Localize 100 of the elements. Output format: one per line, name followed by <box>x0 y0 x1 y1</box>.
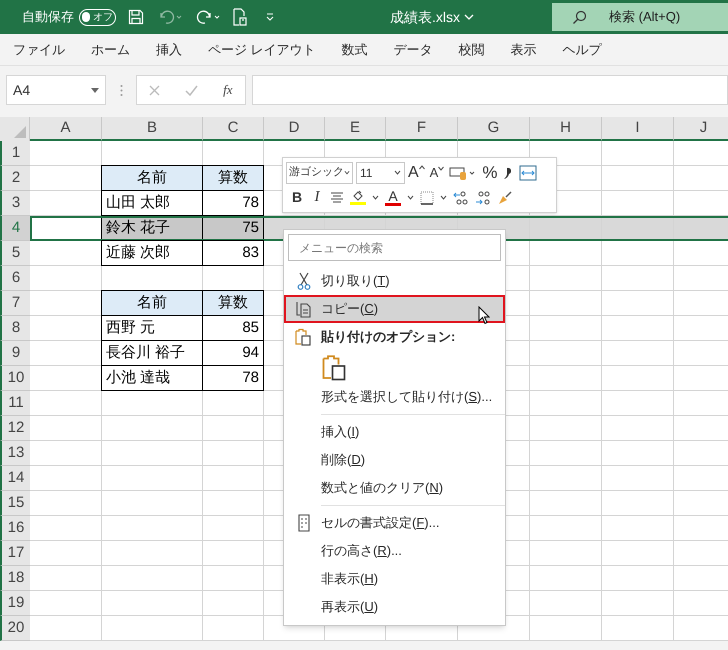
grid-cell[interactable] <box>602 466 674 491</box>
grid-cell[interactable] <box>30 391 102 416</box>
menu-tab[interactable]: ページ レイアウト <box>195 40 329 60</box>
menu-item[interactable]: 挿入(I) <box>284 418 505 446</box>
grid-cell[interactable] <box>102 416 203 441</box>
grid-cell[interactable] <box>530 241 602 266</box>
grid-cell[interactable] <box>102 516 203 541</box>
row-header[interactable]: 19 <box>0 591 30 616</box>
grid-cell[interactable] <box>102 616 203 641</box>
grid-cell[interactable]: 近藤 次郎 <box>101 240 203 266</box>
row-header[interactable]: 6 <box>0 266 30 291</box>
grid-cell[interactable] <box>30 141 102 166</box>
clipboard-icon[interactable] <box>322 354 346 380</box>
wrap-text-icon[interactable] <box>519 164 538 180</box>
row-header[interactable]: 14 <box>0 466 30 491</box>
grow-font-button[interactable]: A <box>408 164 425 180</box>
grid-cell[interactable]: 83 <box>202 240 264 266</box>
grid-cell[interactable] <box>602 616 674 641</box>
row-header[interactable]: 7 <box>0 291 30 316</box>
grid-cell[interactable] <box>602 391 674 416</box>
comma-icon[interactable] <box>503 166 512 180</box>
customize-caret-icon[interactable] <box>265 12 275 22</box>
grid-cell[interactable] <box>30 541 102 566</box>
row-header[interactable]: 18 <box>0 566 30 591</box>
search-field[interactable]: 検索 (Alt+Q) <box>552 3 728 31</box>
italic-button[interactable]: I <box>310 186 324 209</box>
grid-cell[interactable] <box>602 241 674 266</box>
grid-cell[interactable] <box>602 516 674 541</box>
grid-cell[interactable] <box>530 316 602 341</box>
menu-item[interactable]: 切り取り(T) <box>284 267 505 295</box>
borders-icon[interactable] <box>420 190 434 204</box>
shrink-font-button[interactable]: A <box>430 166 444 179</box>
caret-icon[interactable] <box>372 195 379 200</box>
caret-icon[interactable] <box>407 195 414 200</box>
row-header[interactable]: 17 <box>0 541 30 566</box>
grid-cell[interactable] <box>203 516 264 541</box>
grid-cell[interactable] <box>102 541 203 566</box>
grid-cell[interactable] <box>203 441 264 466</box>
row-header[interactable]: 15 <box>0 491 30 516</box>
grid-cell[interactable] <box>102 491 203 516</box>
grid-cell[interactable] <box>30 416 102 441</box>
row-header[interactable]: 1 <box>0 141 30 166</box>
grid-cell[interactable] <box>30 466 102 491</box>
menu-item[interactable]: 非表示(H) <box>284 565 505 593</box>
grid-cell[interactable]: 名前 <box>101 290 203 316</box>
grid-cell[interactable] <box>203 391 264 416</box>
autosave-toggle[interactable]: オフ <box>79 8 116 26</box>
percent-button[interactable]: % <box>482 164 498 181</box>
row-header[interactable]: 11 <box>0 391 30 416</box>
center-align-icon[interactable] <box>330 192 344 204</box>
cancel-icon[interactable] <box>149 84 160 96</box>
insert-function-button[interactable]: fx <box>223 80 233 100</box>
decrease-decimal-icon[interactable] <box>475 190 491 206</box>
menu-tab[interactable]: 表示 <box>498 40 550 60</box>
grid-cell[interactable] <box>530 491 602 516</box>
row-header[interactable]: 12 <box>0 416 30 441</box>
grid-cell[interactable] <box>530 616 602 641</box>
grid-cell[interactable] <box>203 491 264 516</box>
caret-icon[interactable] <box>464 12 474 22</box>
row-header[interactable]: 20 <box>0 616 30 641</box>
row-header[interactable]: 10 <box>0 366 30 391</box>
save-icon[interactable] <box>128 9 144 25</box>
menu-item[interactable]: コピー(C) <box>284 295 505 323</box>
grid-cell[interactable] <box>602 291 674 316</box>
increase-decimal-icon[interactable] <box>453 190 469 206</box>
grid-cell[interactable] <box>30 591 102 616</box>
menu-tab[interactable]: 数式 <box>328 40 381 60</box>
grid-cell[interactable] <box>530 291 602 316</box>
grid-cell[interactable] <box>30 616 102 641</box>
checkmark-icon[interactable] <box>185 84 198 96</box>
grid-cell[interactable] <box>203 616 264 641</box>
menu-item[interactable]: 形式を選択して貼り付け(S)... <box>284 383 505 411</box>
grid-cell[interactable] <box>530 466 602 491</box>
menu-tab[interactable]: ファイル <box>0 40 78 60</box>
menu-item[interactable]: 数式と値のクリア(N) <box>284 474 505 502</box>
fill-bucket-icon[interactable] <box>351 190 365 202</box>
grid-cell[interactable] <box>602 591 674 616</box>
grid-cell[interactable] <box>602 441 674 466</box>
menu-item[interactable]: 行の高さ(R)... <box>284 537 505 565</box>
grid-cell[interactable] <box>203 566 264 591</box>
grid-cell[interactable] <box>530 341 602 366</box>
grid-cell[interactable] <box>602 341 674 366</box>
grid-cell[interactable] <box>530 566 602 591</box>
grid-cell[interactable] <box>602 366 674 391</box>
grid-cell[interactable] <box>530 366 602 391</box>
number-format-icon[interactable] <box>449 164 478 180</box>
grid-cell[interactable] <box>530 591 602 616</box>
grid-cell[interactable]: 名前 <box>101 165 203 191</box>
grid-cell[interactable] <box>30 516 102 541</box>
grid-cell[interactable] <box>30 266 102 291</box>
grid-cell[interactable] <box>602 166 674 191</box>
grid-cell[interactable] <box>602 491 674 516</box>
row-header[interactable]: 4 <box>0 216 30 241</box>
grid-cell[interactable] <box>530 516 602 541</box>
grid-cell[interactable] <box>203 416 264 441</box>
grid-cell[interactable] <box>203 541 264 566</box>
grid-cell[interactable] <box>102 391 203 416</box>
grid-cell[interactable] <box>30 566 102 591</box>
grid-cell[interactable]: 算数 <box>202 165 264 191</box>
menu-item[interactable]: セルの書式設定(F)... <box>284 509 505 537</box>
